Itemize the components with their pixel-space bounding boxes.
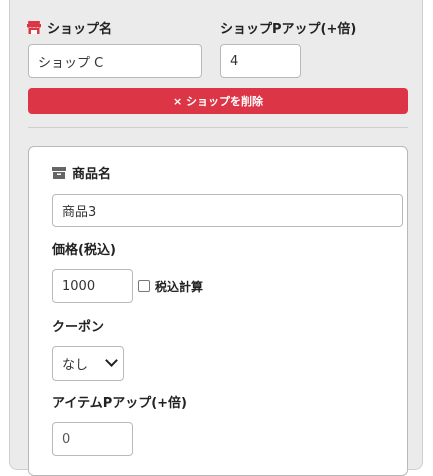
shop-point-label: ショップPアップ(+倍)	[220, 22, 357, 37]
shop-name-input[interactable]: ショップ C	[28, 44, 202, 78]
divider	[28, 127, 408, 128]
price-input[interactable]: 1000	[52, 269, 133, 303]
shop-point-input[interactable]: 4	[220, 44, 301, 78]
price-label: 価格(税込)	[52, 243, 116, 258]
coupon-select[interactable]: なし	[52, 346, 124, 381]
item-name-input[interactable]: 商品3	[52, 194, 403, 227]
delete-shop-button[interactable]: × ショップを削除	[28, 88, 408, 114]
item-name-label: 商品名	[52, 163, 111, 182]
box-icon	[52, 166, 66, 179]
store-icon	[27, 21, 41, 34]
item-point-label: アイテムPアップ(+倍)	[52, 396, 188, 411]
tax-checkbox-label: 税込計算	[155, 280, 204, 294]
coupon-label: クーポン	[52, 320, 105, 335]
shop-name-label: ショップ名	[27, 18, 112, 37]
shop-card: ショップ名 ショップPアップ(+倍) ショップ C 4 × ショップを削除 商品…	[9, 0, 423, 476]
item-point-input[interactable]: 0	[52, 422, 133, 456]
item-card: 商品名 商品3 価格(税込) 1000 税込計算 クーポン なし アイテムPアッ…	[28, 146, 408, 476]
chevron-down-icon	[105, 354, 118, 367]
tax-checkbox[interactable]	[138, 280, 150, 292]
